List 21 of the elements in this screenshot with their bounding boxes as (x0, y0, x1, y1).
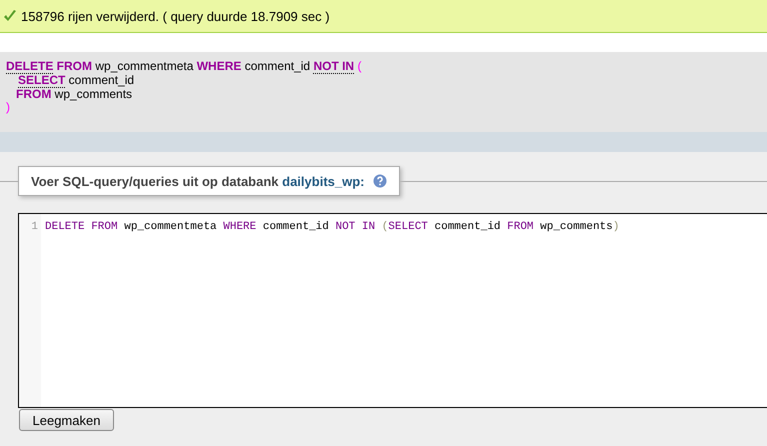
legend-text: Voer SQL-query/queries uit op databank (31, 174, 280, 188)
line-number: 1 (19, 214, 41, 407)
parenthesis: ( (356, 60, 362, 74)
keyword-link[interactable]: NOT IN (313, 60, 354, 74)
sql-keyword: FROM (56, 60, 92, 74)
code-line: DELETE FROM wp_commentmeta WHERE comment_id NOT IN (SELECT comment_id FROM wp_comments) (44, 220, 620, 235)
sql-keyword: FROM (16, 88, 52, 101)
checkmark-icon (3, 10, 17, 22)
sql-editor[interactable]: 1 DELETE FROM wp_commentmeta WHERE comment_id NOT IN (SELECT comment_id FROM wp_comments) (18, 213, 767, 408)
sql-text: comment_id (68, 74, 134, 88)
sql-text: wp_commentmeta (94, 60, 194, 74)
clear-button[interactable]: Leegmaken (19, 409, 114, 431)
sql-keyword: WHERE (196, 60, 242, 74)
sql-text: wp_comments (54, 88, 132, 101)
help-icon[interactable] (372, 174, 386, 188)
sql-text: comment_id (244, 60, 312, 74)
parenthesis: ) (6, 101, 10, 114)
keyword-link[interactable]: SELECT (18, 74, 66, 88)
message-text: 158796 rijen verwijderd. ( query duurde 18.7909 sec ) (21, 8, 330, 24)
database-name: dailybits_wp: (282, 174, 364, 188)
keyword-link[interactable]: DELETE (6, 60, 54, 74)
